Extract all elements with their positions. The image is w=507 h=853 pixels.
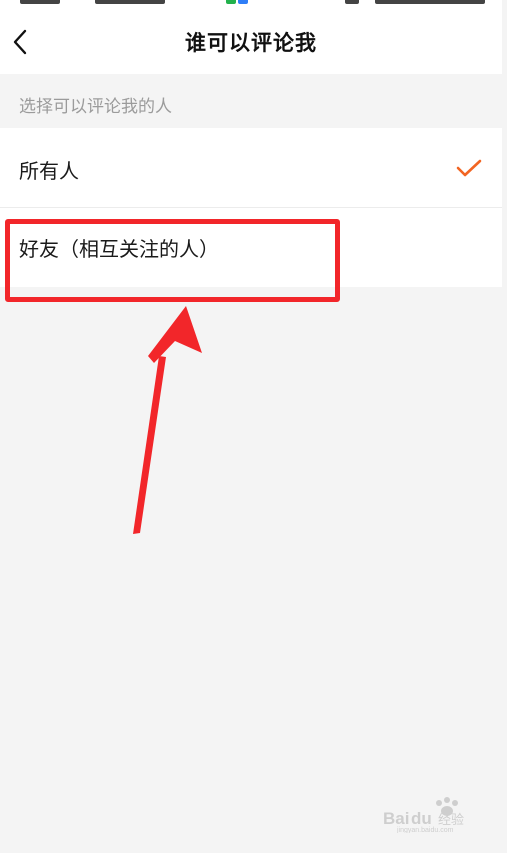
option-friends[interactable]: 好友（相互关注的人） <box>0 207 502 287</box>
option-label: 好友（相互关注的人） <box>19 237 219 261</box>
status-bar-fragment <box>20 0 60 4</box>
signal-green-icon <box>226 0 236 4</box>
option-label: 所有人 <box>19 159 79 183</box>
status-bar <box>0 0 502 8</box>
page-title: 谁可以评论我 <box>185 31 317 55</box>
option-list: 所有人 好友（相互关注的人） <box>0 128 502 287</box>
svg-text:Bai: Bai <box>383 809 409 828</box>
status-bar-fragment <box>345 0 359 4</box>
baidu-jingyan-watermark: Bai du 经验 jingyan.baidu.com <box>383 797 464 833</box>
option-everyone[interactable]: 所有人 <box>0 128 502 207</box>
svg-text:jingyan.baidu.com: jingyan.baidu.com <box>396 827 454 833</box>
svg-text:经验: 经验 <box>438 812 464 828</box>
check-icon <box>456 159 482 177</box>
signal-blue-icon <box>238 0 248 4</box>
status-bar-fragment <box>95 0 165 4</box>
status-bar-fragment <box>375 0 485 4</box>
nav-bar: 谁可以评论我 <box>0 8 502 74</box>
section-header: 选择可以评论我的人 <box>19 97 172 117</box>
svg-text:du: du <box>411 809 432 828</box>
